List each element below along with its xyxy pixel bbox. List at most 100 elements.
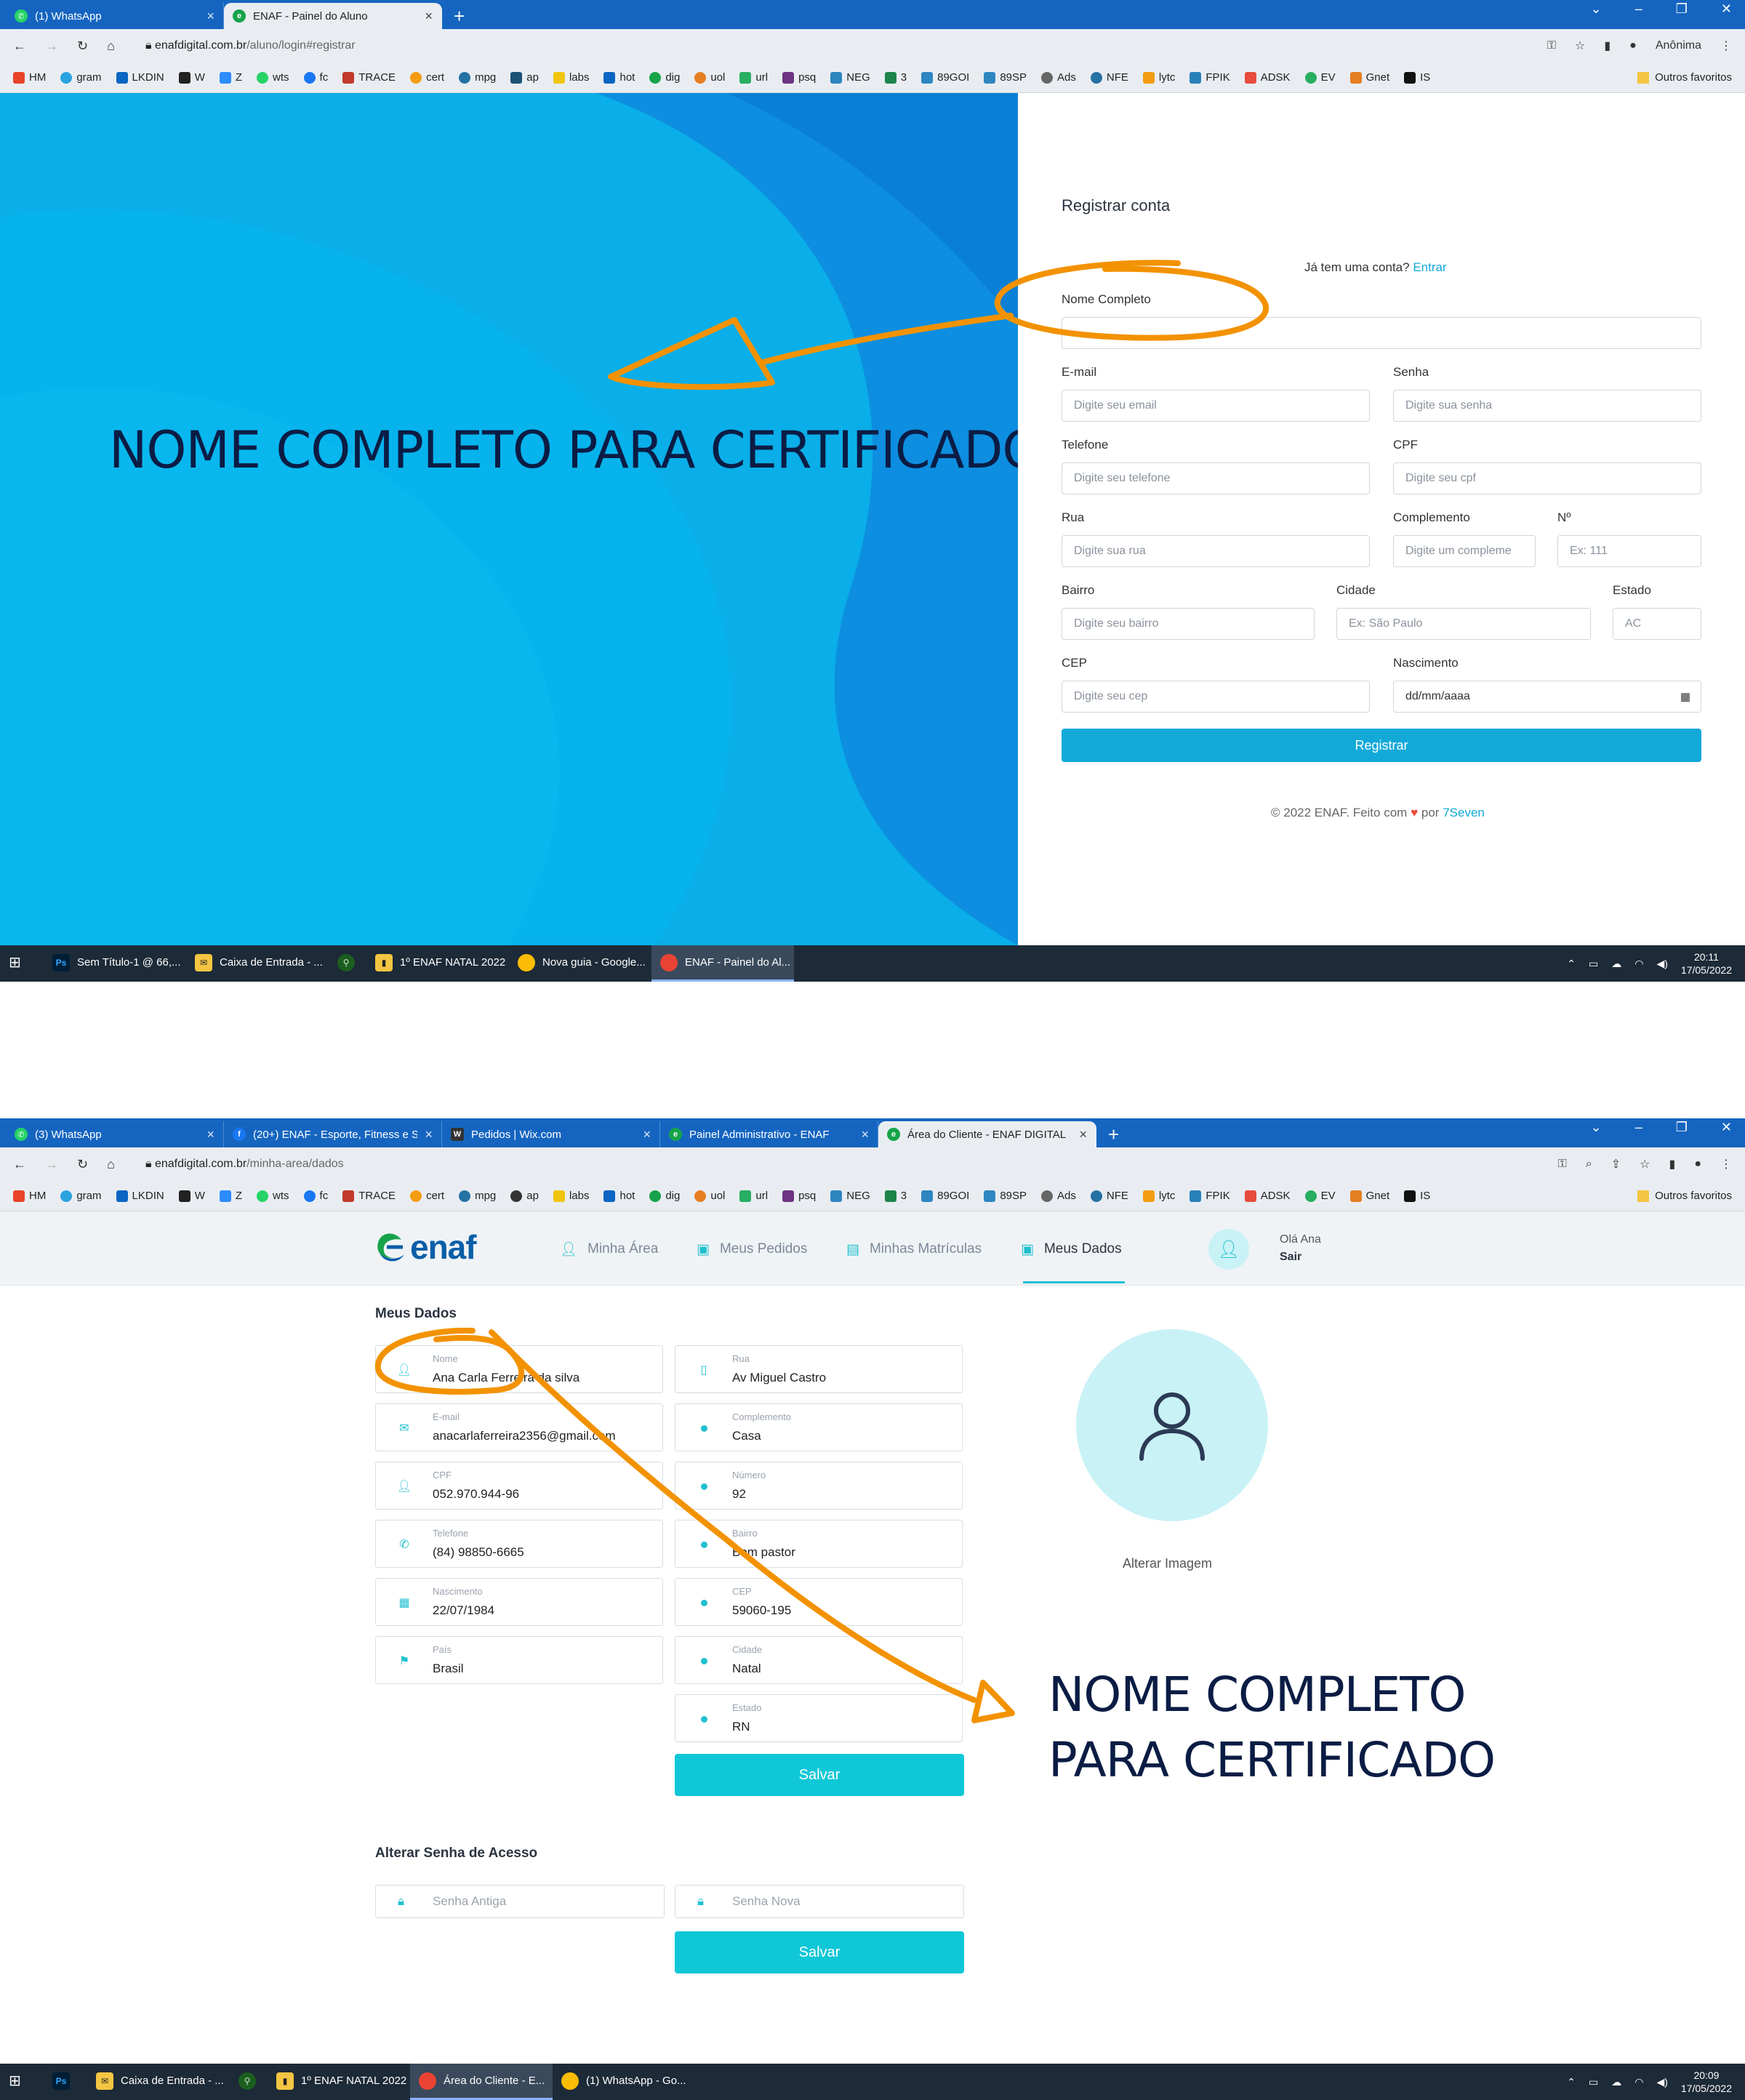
close-icon[interactable]: × (643, 1127, 651, 1142)
bookmark[interactable]: FPIK (1190, 1190, 1230, 1202)
bookmark[interactable]: Z (219, 1190, 242, 1202)
bookmark[interactable]: gram (60, 1190, 102, 1202)
new-password-input[interactable]: 🔒︎ Senha Nova (675, 1885, 964, 1918)
complement-field[interactable]: Complemento Casa (675, 1403, 963, 1451)
clock[interactable]: 20:11 17/05/2022 (1681, 950, 1732, 977)
bookmark[interactable]: HM (13, 1190, 46, 1202)
clock[interactable]: 20:09 17/05/2022 (1681, 2069, 1732, 2095)
cep-input[interactable]: Digite seu cep (1062, 681, 1370, 713)
restore-icon[interactable]: ❐ (1676, 1, 1688, 17)
taskbar-item[interactable]: Área do Cliente - E... (410, 2064, 553, 2100)
tab-whatsapp[interactable]: ✆ (3) WhatsApp × (6, 1121, 224, 1147)
menu-icon[interactable]: ⋮ (1720, 39, 1732, 53)
new-tab-button[interactable]: + (1108, 1121, 1119, 1147)
bookmark[interactable]: wts (257, 1190, 289, 1202)
bookmark[interactable]: psq (782, 1190, 816, 1202)
bookmark[interactable]: NEG (830, 1190, 870, 1202)
bookmark[interactable]: url (739, 1190, 768, 1202)
bookmark[interactable]: Ads (1041, 71, 1076, 84)
footer-link[interactable]: 7Seven (1443, 806, 1485, 819)
cpf-input[interactable]: Digite seu cpf (1393, 462, 1701, 494)
bookmark[interactable]: mpg (459, 1190, 496, 1202)
bookmark[interactable]: EV (1304, 71, 1336, 84)
url-field[interactable]: 🔒︎ enafdigital.com.br/aluno/login#regist… (145, 39, 356, 52)
taskbar-item[interactable]: ✉ Caixa de Entrada - ... (87, 2064, 230, 2100)
chevron-up-icon[interactable]: ⌃ (1567, 2076, 1576, 2088)
full-name-input[interactable] (1062, 317, 1701, 349)
bookmark[interactable]: ADSK (1244, 1190, 1291, 1202)
cloud-icon[interactable]: ☁ (1611, 958, 1621, 970)
avatar[interactable]: 👤︎ (1208, 1229, 1249, 1270)
state-select[interactable]: AC (1613, 608, 1701, 640)
bookmark[interactable]: NFE (1090, 71, 1128, 84)
bookmark[interactable]: Gnet (1349, 71, 1389, 84)
tab-facebook[interactable]: f (20+) ENAF - Esporte, Fitness e S × (224, 1121, 442, 1147)
bookmark[interactable]: W (178, 1190, 205, 1202)
window-close-icon[interactable]: ✕ (1721, 1, 1732, 17)
save-password-button[interactable]: Salvar (675, 1931, 964, 1973)
windows-start-icon[interactable]: ⊞ (0, 945, 44, 982)
bookmark[interactable]: IS (1404, 1190, 1430, 1202)
tab-area-cliente[interactable]: e Área do Cliente - ENAF DIGITAL × (878, 1121, 1096, 1147)
tab-enaf-painel[interactable]: e ENAF - Painel do Aluno × (224, 3, 442, 29)
home-icon[interactable]: ⌂ (107, 1157, 115, 1172)
change-image-link[interactable]: Alterar Imagem (1123, 1556, 1212, 1571)
cloud-icon[interactable]: ☁ (1611, 2076, 1621, 2088)
bookmark[interactable]: 3 (884, 71, 907, 84)
number-field[interactable]: Número 92 (675, 1462, 963, 1510)
bookmark[interactable]: EV (1304, 1190, 1336, 1202)
bookmark[interactable]: uol (694, 1190, 725, 1202)
bookmark[interactable]: W (178, 71, 205, 84)
country-field[interactable]: ⚑ País Brasil (375, 1636, 663, 1684)
share-icon[interactable]: ⇪ (1611, 1157, 1621, 1171)
bookmark[interactable]: mpg (459, 71, 496, 84)
calendar-icon[interactable]: ▦ (1680, 690, 1690, 703)
url-field[interactable]: 🔒︎ enafdigital.com.br/minha-area/dados (145, 1158, 344, 1171)
birth-date-input[interactable]: dd/mm/aaaa ▦ (1393, 681, 1701, 713)
bookmark[interactable]: LKDIN (116, 1190, 164, 1202)
old-password-input[interactable]: 🔒︎ Senha Antiga (375, 1885, 665, 1918)
taskbar-item[interactable]: ▮ 1º ENAF NATAL 2022 (268, 2064, 410, 2100)
bookmark[interactable]: Gnet (1349, 1190, 1389, 1202)
tab-wix[interactable]: W Pedidos | Wix.com × (442, 1121, 660, 1147)
other-bookmarks[interactable]: Outros favoritos (1637, 1190, 1732, 1202)
cpf-field[interactable]: 👤︎ CPF 052.970.944-96 (375, 1462, 663, 1510)
forward-icon[interactable]: → (45, 39, 58, 54)
logout-link[interactable]: Sair (1280, 1251, 1301, 1264)
bookmark[interactable]: url (739, 71, 768, 84)
tab-whatsapp[interactable]: ✆ (1) WhatsApp × (6, 3, 224, 29)
zoom-icon[interactable]: ⌕ (1586, 1158, 1592, 1171)
close-icon[interactable]: × (206, 1127, 214, 1142)
other-bookmarks[interactable]: Outros favoritos (1637, 71, 1732, 84)
register-button[interactable]: Registrar (1062, 729, 1701, 762)
close-icon[interactable]: × (861, 1127, 869, 1142)
star-icon[interactable]: ☆ (1640, 1157, 1650, 1171)
state-field[interactable]: Estado RN (675, 1694, 963, 1742)
taskbar-item[interactable]: ▮ 1º ENAF NATAL 2022 (366, 945, 509, 982)
bookmark[interactable]: cert (410, 1190, 444, 1202)
complement-input[interactable]: Digite um compleme (1393, 535, 1536, 567)
window-close-icon[interactable]: ✕ (1721, 1120, 1732, 1135)
taskbar-item[interactable]: ⚲ (329, 945, 366, 982)
phone-field[interactable]: ✆ Telefone (84) 98850-6665 (375, 1520, 663, 1568)
new-tab-button[interactable]: + (454, 3, 465, 29)
volume-icon[interactable]: ◀) (1656, 2076, 1667, 2088)
tab-search-icon[interactable]: ⌄ (1591, 1, 1602, 17)
battery-icon[interactable]: ▭ (1589, 958, 1598, 970)
reload-icon[interactable]: ↻ (77, 1157, 88, 1172)
close-icon[interactable]: × (425, 9, 433, 24)
bookmark[interactable]: labs (553, 1190, 589, 1202)
birth-field[interactable]: ▦ Nascimento 22/07/1984 (375, 1578, 663, 1626)
email-input[interactable]: Digite seu email (1062, 390, 1370, 422)
bookmark[interactable]: LKDIN (116, 71, 164, 84)
bookmark[interactable]: ADSK (1244, 71, 1291, 84)
close-icon[interactable]: × (425, 1127, 433, 1142)
login-link[interactable]: Entrar (1413, 260, 1446, 274)
minimize-icon[interactable]: – (1635, 1120, 1642, 1135)
star-icon[interactable]: ☆ (1575, 39, 1585, 53)
bookmark[interactable]: TRACE (342, 71, 396, 84)
city-field[interactable]: Cidade Natal (675, 1636, 963, 1684)
chevron-up-icon[interactable]: ⌃ (1567, 958, 1576, 970)
enaf-logo[interactable]: enaf (374, 1227, 477, 1267)
bookmark[interactable]: HM (13, 71, 46, 84)
